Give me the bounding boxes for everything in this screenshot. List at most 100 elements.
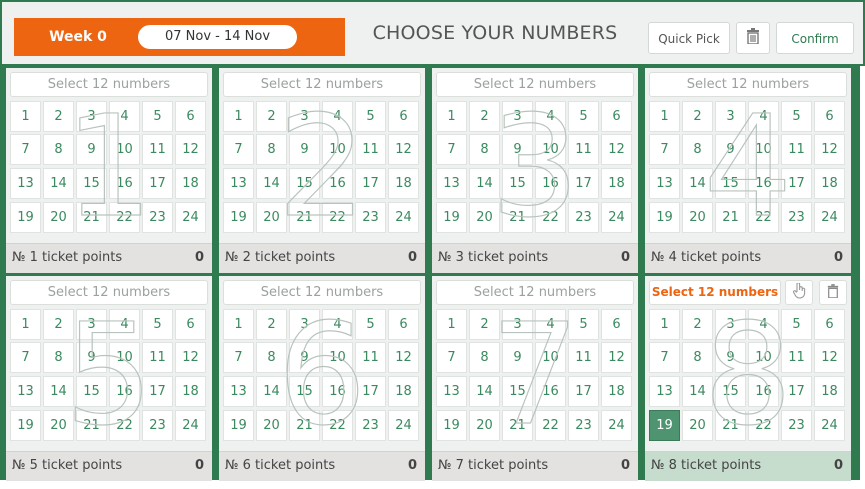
number-cell-7[interactable]: 7 [10,342,41,373]
select-numbers-button[interactable]: Select 12 numbers [649,72,847,97]
number-cell-21[interactable]: 21 [502,202,533,233]
confirm-button[interactable]: Confirm [776,22,854,54]
number-cell-11[interactable]: 11 [142,342,173,373]
number-cell-17[interactable]: 17 [781,168,812,199]
number-cell-4[interactable]: 4 [109,101,140,132]
number-cell-6[interactable]: 6 [175,309,206,340]
number-cell-20[interactable]: 20 [256,202,287,233]
number-cell-6[interactable]: 6 [601,309,632,340]
select-numbers-button[interactable]: Select 12 numbers [649,280,781,305]
number-cell-5[interactable]: 5 [142,101,173,132]
number-cell-10[interactable]: 10 [748,134,779,165]
number-cell-22[interactable]: 22 [322,410,353,441]
number-cell-18[interactable]: 18 [601,168,632,199]
number-cell-16[interactable]: 16 [109,376,140,407]
select-numbers-button[interactable]: Select 12 numbers [436,72,634,97]
number-cell-19[interactable]: 19 [10,202,41,233]
number-cell-9[interactable]: 9 [76,342,107,373]
number-cell-20[interactable]: 20 [469,202,500,233]
number-cell-4[interactable]: 4 [109,309,140,340]
number-cell-11[interactable]: 11 [142,134,173,165]
number-cell-5[interactable]: 5 [781,309,812,340]
number-cell-3[interactable]: 3 [76,101,107,132]
number-cell-10[interactable]: 10 [535,134,566,165]
number-cell-7[interactable]: 7 [649,342,680,373]
number-cell-12[interactable]: 12 [601,134,632,165]
number-cell-16[interactable]: 16 [535,168,566,199]
number-cell-2[interactable]: 2 [43,309,74,340]
number-cell-14[interactable]: 14 [682,168,713,199]
number-cell-2[interactable]: 2 [682,309,713,340]
number-cell-19[interactable]: 19 [649,202,680,233]
number-cell-6[interactable]: 6 [388,101,419,132]
number-cell-24[interactable]: 24 [388,202,419,233]
number-cell-15[interactable]: 15 [289,376,320,407]
number-cell-1[interactable]: 1 [223,309,254,340]
number-cell-7[interactable]: 7 [223,134,254,165]
number-cell-6[interactable]: 6 [175,101,206,132]
number-cell-15[interactable]: 15 [502,168,533,199]
number-cell-11[interactable]: 11 [568,342,599,373]
number-cell-23[interactable]: 23 [142,410,173,441]
number-cell-1[interactable]: 1 [10,101,41,132]
number-cell-10[interactable]: 10 [748,342,779,373]
number-cell-10[interactable]: 10 [109,342,140,373]
number-cell-17[interactable]: 17 [142,376,173,407]
number-cell-9[interactable]: 9 [715,342,746,373]
select-numbers-button[interactable]: Select 12 numbers [223,280,421,305]
number-cell-4[interactable]: 4 [322,101,353,132]
number-cell-15[interactable]: 15 [715,168,746,199]
number-cell-24[interactable]: 24 [814,410,845,441]
number-cell-1[interactable]: 1 [436,101,467,132]
number-cell-4[interactable]: 4 [535,309,566,340]
number-cell-19[interactable]: 19 [649,410,680,441]
number-cell-13[interactable]: 13 [223,168,254,199]
select-numbers-button[interactable]: Select 12 numbers [223,72,421,97]
select-numbers-button[interactable]: Select 12 numbers [10,72,208,97]
number-cell-9[interactable]: 9 [502,342,533,373]
number-cell-4[interactable]: 4 [322,309,353,340]
clear-all-button[interactable] [736,22,770,54]
number-cell-16[interactable]: 16 [748,376,779,407]
number-cell-22[interactable]: 22 [535,202,566,233]
hand-pointer-button[interactable] [785,280,813,305]
number-cell-6[interactable]: 6 [601,101,632,132]
number-cell-8[interactable]: 8 [469,342,500,373]
number-cell-16[interactable]: 16 [535,376,566,407]
number-cell-16[interactable]: 16 [322,168,353,199]
number-cell-4[interactable]: 4 [535,101,566,132]
week-selector[interactable]: Week 0 07 Nov - 14 Nov [14,18,345,56]
number-cell-5[interactable]: 5 [781,101,812,132]
number-cell-18[interactable]: 18 [388,376,419,407]
number-cell-6[interactable]: 6 [814,101,845,132]
number-cell-15[interactable]: 15 [289,168,320,199]
number-cell-16[interactable]: 16 [109,168,140,199]
number-cell-3[interactable]: 3 [715,309,746,340]
number-cell-4[interactable]: 4 [748,309,779,340]
number-cell-12[interactable]: 12 [814,134,845,165]
number-cell-21[interactable]: 21 [715,410,746,441]
number-cell-5[interactable]: 5 [568,101,599,132]
number-cell-3[interactable]: 3 [289,309,320,340]
number-cell-20[interactable]: 20 [682,410,713,441]
number-cell-13[interactable]: 13 [10,168,41,199]
number-cell-2[interactable]: 2 [43,101,74,132]
number-cell-22[interactable]: 22 [322,202,353,233]
number-cell-3[interactable]: 3 [289,101,320,132]
number-cell-14[interactable]: 14 [43,168,74,199]
number-cell-23[interactable]: 23 [355,202,386,233]
number-cell-8[interactable]: 8 [682,342,713,373]
number-cell-8[interactable]: 8 [469,134,500,165]
number-cell-21[interactable]: 21 [289,202,320,233]
number-cell-8[interactable]: 8 [256,342,287,373]
select-numbers-button[interactable]: Select 12 numbers [10,280,208,305]
number-cell-23[interactable]: 23 [355,410,386,441]
number-cell-7[interactable]: 7 [223,342,254,373]
number-cell-10[interactable]: 10 [322,134,353,165]
number-cell-23[interactable]: 23 [568,410,599,441]
number-cell-17[interactable]: 17 [355,376,386,407]
trash-button[interactable] [819,280,847,305]
number-cell-18[interactable]: 18 [814,376,845,407]
number-cell-12[interactable]: 12 [175,134,206,165]
number-cell-20[interactable]: 20 [682,202,713,233]
